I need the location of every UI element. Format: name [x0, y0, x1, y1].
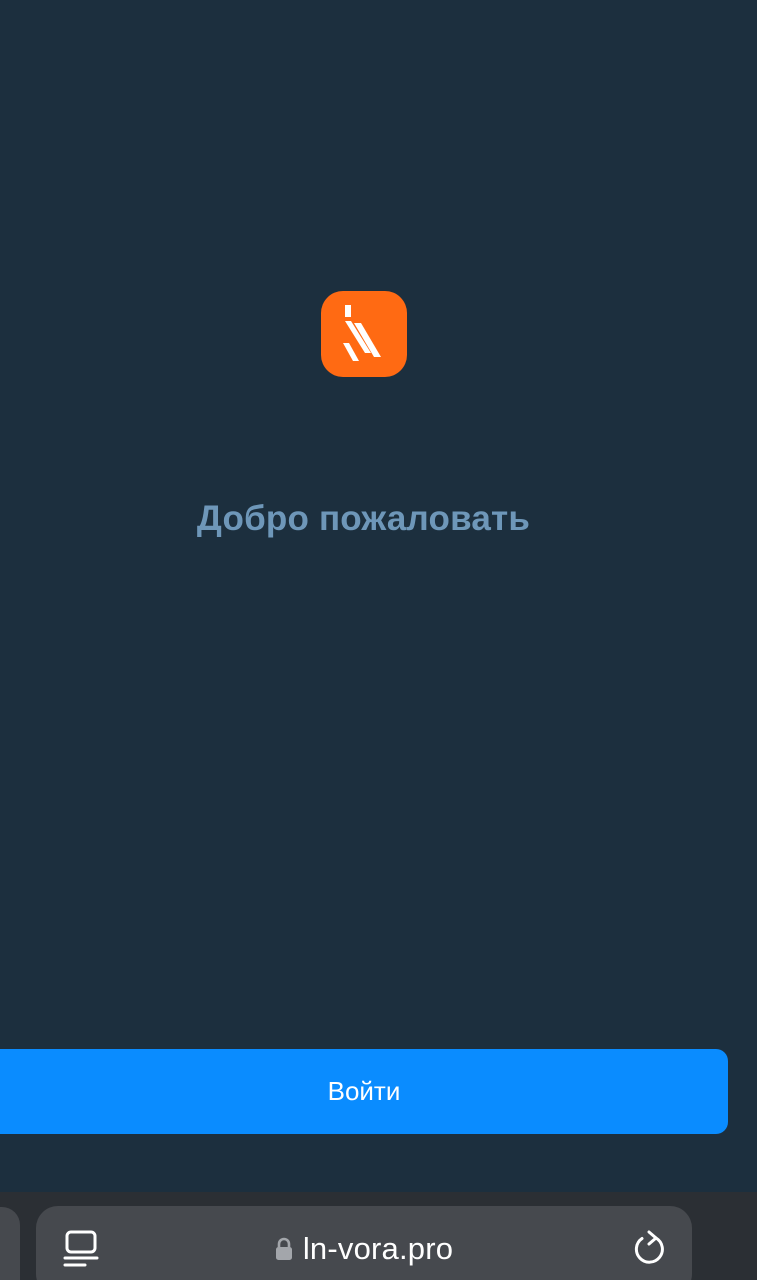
browser-toolbar: ln-vora.pro	[0, 1192, 757, 1280]
app-logo-icon	[321, 291, 407, 377]
login-button[interactable]: Войти	[0, 1049, 728, 1134]
url-field[interactable]: ln-vora.pro	[36, 1230, 692, 1268]
previous-tab-peek[interactable]	[0, 1207, 20, 1280]
address-bar[interactable]: ln-vora.pro	[36, 1206, 692, 1280]
url-text: ln-vora.pro	[302, 1231, 454, 1266]
lock-icon	[275, 1237, 292, 1260]
welcome-title: Добро пожаловать	[196, 499, 531, 538]
reload-icon[interactable]	[632, 1230, 666, 1266]
